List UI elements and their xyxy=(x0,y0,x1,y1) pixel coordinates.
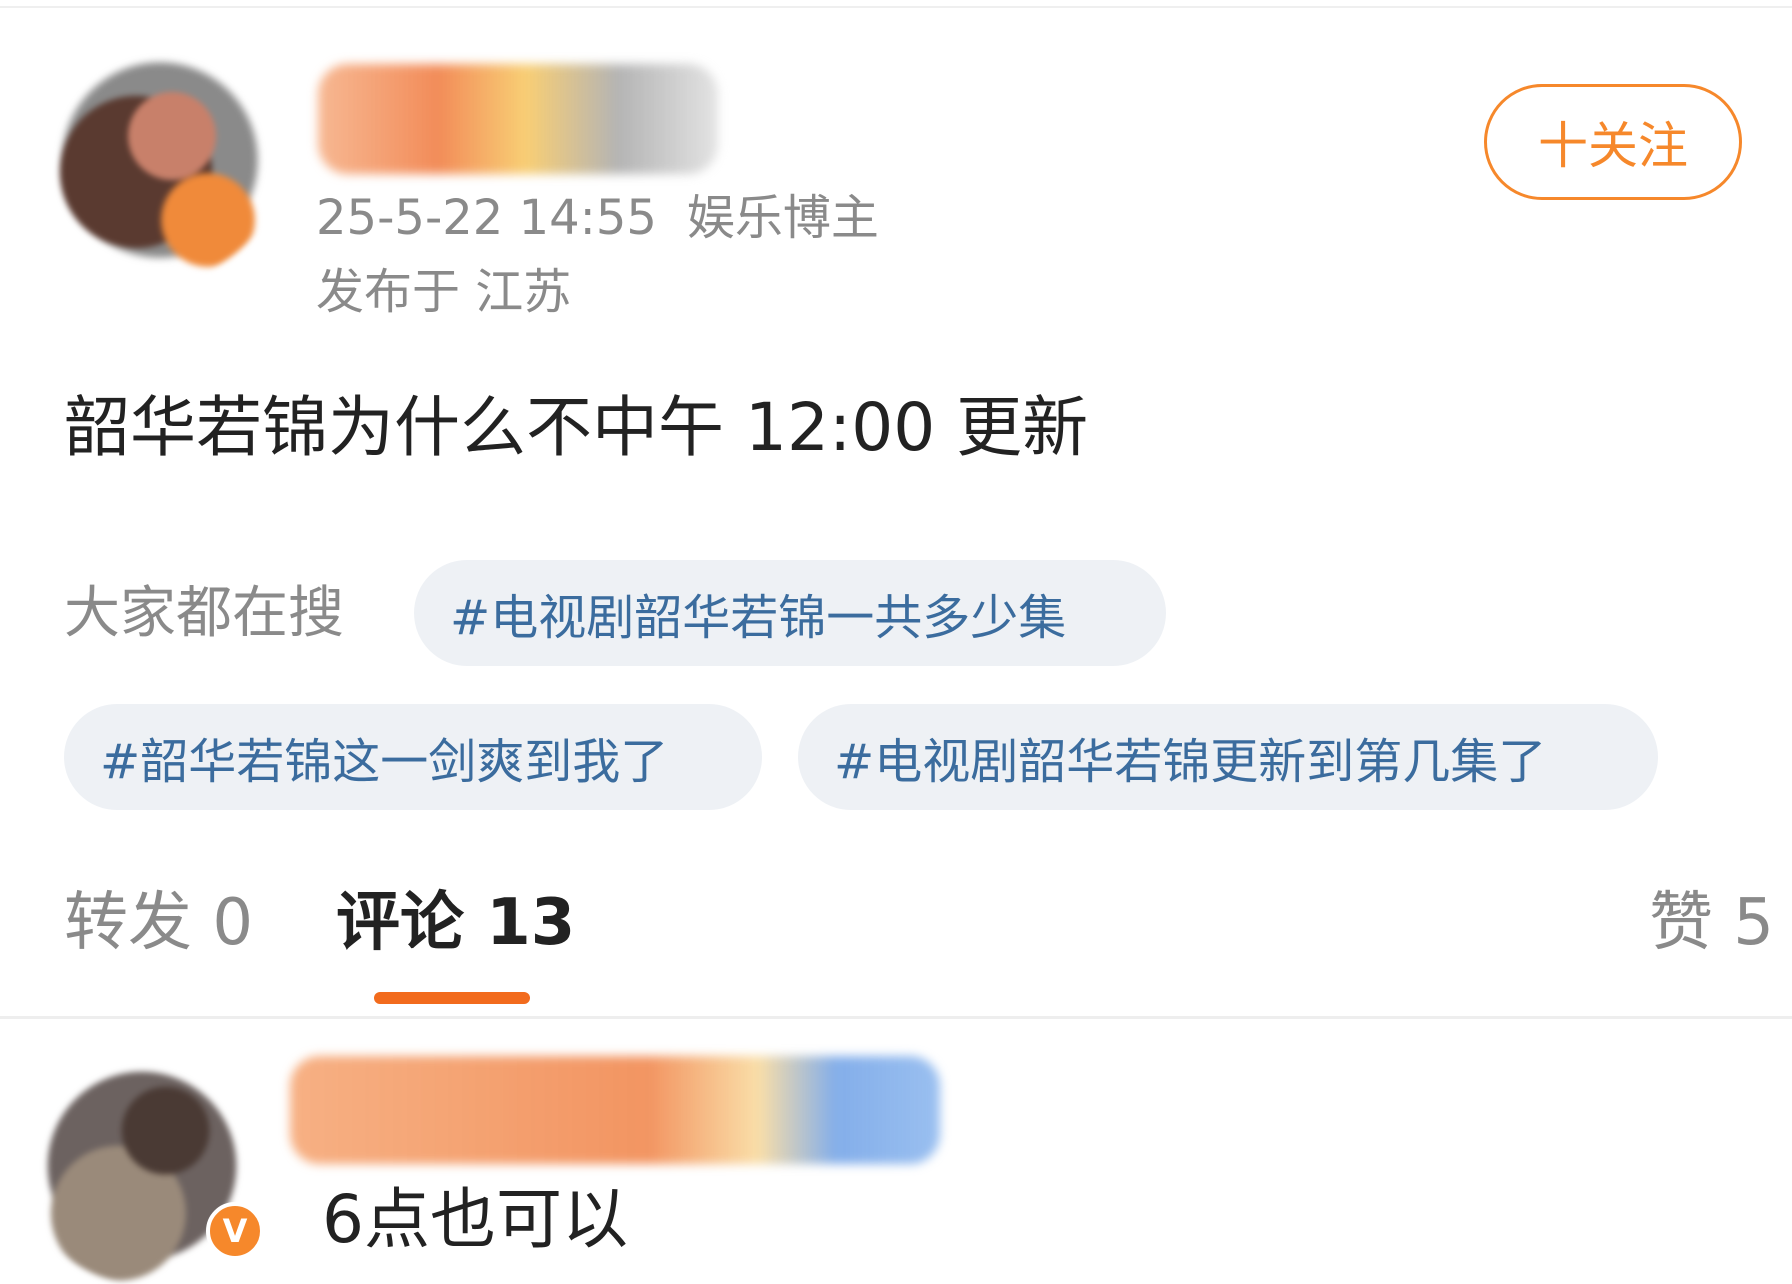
comment-text: 6点也可以 xyxy=(322,1181,628,1258)
hot-search-tag[interactable]: #韶华若锦这一剑爽到我了 xyxy=(64,704,762,810)
hot-search-label: 大家都在搜 xyxy=(64,581,344,646)
author-avatar[interactable] xyxy=(40,40,280,280)
post-location: 发布于 江苏 xyxy=(316,264,572,320)
commenter-name-redacted[interactable] xyxy=(290,1056,940,1164)
tab-likes[interactable]: 赞 5 xyxy=(1649,884,1774,962)
post-time: 25-5-22 14:55 xyxy=(316,190,657,246)
hot-search-tag[interactable]: #电视剧韶华若锦更新到第几集了 xyxy=(798,704,1658,810)
tab-repost[interactable]: 转发 0 xyxy=(64,884,253,962)
post-meta: 25-5-22 14:55 娱乐博主 xyxy=(316,190,879,246)
follow-button[interactable]: 十关注 xyxy=(1484,84,1742,200)
author-name-redacted[interactable] xyxy=(318,64,718,174)
active-tab-indicator xyxy=(374,992,530,1004)
tab-comments[interactable]: 评论 13 xyxy=(336,884,575,962)
section-divider xyxy=(0,1016,1792,1019)
verified-badge-icon: V xyxy=(206,1202,264,1260)
top-divider xyxy=(0,6,1792,8)
hot-search-tag[interactable]: #电视剧韶华若锦一共多少集 xyxy=(414,560,1166,666)
author-tag: 娱乐博主 xyxy=(686,190,879,246)
post-text: 韶华若锦为什么不中午 12:00 更新 xyxy=(64,389,1089,466)
